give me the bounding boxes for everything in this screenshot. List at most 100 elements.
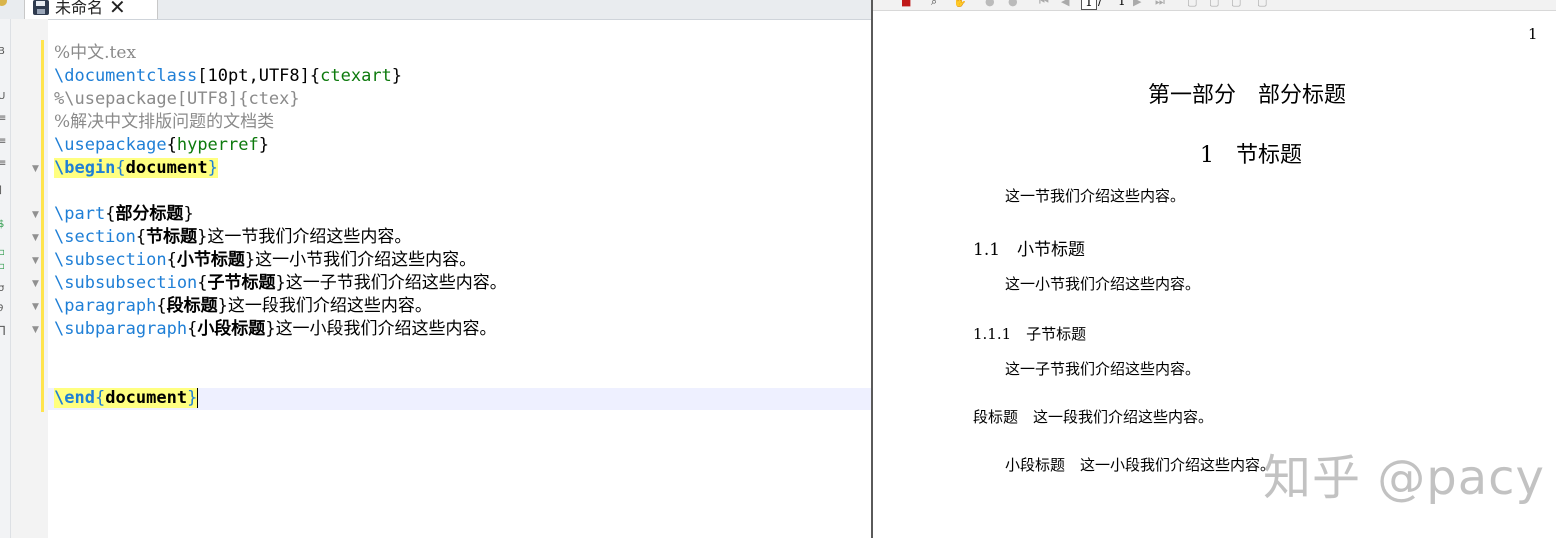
zoom-icon[interactable]: ⌕ <box>931 0 943 8</box>
prev-page-icon[interactable]: ◀ <box>1061 0 1073 8</box>
matrix-icon[interactable]: ▫ <box>0 247 8 259</box>
argument-text: document <box>125 158 208 178</box>
command-text: \subsubsection <box>54 273 198 293</box>
brace-open: { <box>156 296 167 316</box>
subsubsection-body: 这一子节我们介绍这些内容。 <box>1005 360 1201 378</box>
comment-text: %解决中文排版问题的文档类 <box>54 112 275 132</box>
brace-close: } <box>391 66 403 86</box>
code-line[interactable]: \section{节标题}这一节我们介绍这些内容。 <box>54 226 411 249</box>
zoom-in-icon[interactable]: ● <box>985 0 997 8</box>
command-text: \subparagraph <box>54 319 188 339</box>
fit-page-icon[interactable]: ▢ <box>1187 0 1199 8</box>
subparagraph-line: 小段标题 这一小段我们介绍这些内容。 <box>1005 454 1275 475</box>
page-number: 1 <box>1528 25 1538 43</box>
underline-icon[interactable]: U <box>0 91 8 103</box>
brace-open: { <box>309 66 321 86</box>
bold-icon[interactable]: B <box>0 46 8 58</box>
dollar-icon[interactable]: $ <box>0 219 8 231</box>
brace-open: { <box>135 227 147 247</box>
body-text: 这一小节我们介绍这些内容。 <box>255 250 477 270</box>
brace-close: } <box>183 204 194 224</box>
brace-close: } <box>265 319 276 339</box>
fold-arrow-icon[interactable]: ▼ <box>32 233 39 243</box>
last-page-icon[interactable]: ⏭ <box>1155 0 1167 8</box>
symbol2-icon[interactable]: ∂ <box>0 303 8 315</box>
text-caret <box>197 388 199 408</box>
editor-pane: 未命名 ✕ B I U ≡ ≡ ≡ ] $ ▫ ▫ σ ∂ ∏ ▼ ▼ ▼ ▼ … <box>0 0 871 538</box>
brace-close: } <box>217 296 228 316</box>
comment-text: %\usepackage[UTF8]{ctex} <box>54 89 300 109</box>
left-toolbar: B I U ≡ ≡ ≡ ] $ ▫ ▫ σ ∂ ∏ <box>0 19 11 538</box>
tab-strip: 未命名 ✕ <box>0 0 871 20</box>
part-title: 第一部分 部分标题 <box>1148 83 1347 108</box>
argument-text: 部分标题 <box>115 204 184 224</box>
brace-close: } <box>207 158 218 178</box>
command-text: \begin <box>54 158 116 178</box>
command-text: \end <box>54 388 95 408</box>
pdf-icon[interactable]: ■ <box>901 0 913 8</box>
code-line[interactable]: \usepackage{hyperref} <box>54 134 269 157</box>
code-line[interactable]: %解决中文排版问题的文档类 <box>54 111 274 134</box>
app-icon <box>0 0 7 6</box>
brace-open: { <box>187 319 198 339</box>
hand-icon[interactable]: ✋ <box>953 0 967 8</box>
page-separator: / <box>1098 0 1103 8</box>
brace-open: { <box>105 204 116 224</box>
command-text: \usepackage <box>54 135 167 155</box>
save-icon[interactable] <box>33 0 49 15</box>
code-line[interactable]: %中文.tex <box>54 42 136 65</box>
code-line[interactable]: \subsubsection{子节标题}这一子节我们介绍这些内容。 <box>54 272 507 295</box>
paragraph-body: 这一段我们介绍这些内容。 <box>1033 408 1214 426</box>
close-icon[interactable]: ✕ <box>109 0 126 17</box>
symbol-icon[interactable]: σ <box>0 283 8 295</box>
code-line[interactable]: \part{部分标题} <box>54 203 194 226</box>
subparagraph-title: 小段标题 <box>1005 456 1066 474</box>
body-text: 这一子节我们介绍这些内容。 <box>285 273 507 293</box>
fold-arrow-icon[interactable]: ▼ <box>32 302 39 312</box>
page-number-input[interactable]: 1 <box>1081 0 1097 10</box>
brace-close: } <box>197 227 208 247</box>
pdf-preview-pane: ■ ⌕ ✋ ● ● ⏮ ◀ 1 / 1 ▶ ⏭ ▢ ▢ ▢ ▢ 1 第一部分 部… <box>873 0 1556 538</box>
code-line[interactable]: \subparagraph{小段标题}这一小段我们介绍这些内容。 <box>54 318 497 341</box>
code-line-current[interactable]: \end{document} <box>54 387 199 410</box>
zoom-out-icon[interactable]: ● <box>1008 0 1020 8</box>
command-text: \section <box>54 227 136 247</box>
brace-open: { <box>115 158 126 178</box>
body-text: 这一节我们介绍这些内容。 <box>207 227 412 247</box>
matrix2-icon[interactable]: ▫ <box>0 261 8 273</box>
brace-open: { <box>166 135 177 155</box>
fold-arrow-icon[interactable]: ▼ <box>32 210 39 220</box>
code-line[interactable]: \subsection{小节标题}这一小节我们介绍这些内容。 <box>54 249 476 272</box>
command-text: \subsection <box>54 250 167 270</box>
italic-icon[interactable]: I <box>0 68 8 80</box>
page-total: 1 <box>1118 0 1126 8</box>
brace-open: { <box>166 250 177 270</box>
rotate-icon[interactable]: ▢ <box>1231 0 1243 8</box>
align-center-icon[interactable]: ≡ <box>0 136 8 148</box>
code-line[interactable]: \begin{document} <box>54 157 218 180</box>
subparagraph-body: 这一小段我们介绍这些内容。 <box>1080 456 1276 474</box>
fold-arrow-icon[interactable]: ▼ <box>32 256 39 266</box>
argument-text: 段标题 <box>166 296 218 316</box>
brace-open: { <box>197 273 208 293</box>
fit-width-icon[interactable]: ▢ <box>1209 0 1221 8</box>
code-line[interactable]: \paragraph{段标题}这一段我们介绍这些内容。 <box>54 295 432 318</box>
bracket-icon[interactable]: ] <box>0 185 8 197</box>
export-icon[interactable]: ▢ <box>1257 0 1269 8</box>
code-line[interactable]: %\usepackage[UTF8]{ctex} <box>54 88 300 111</box>
symbol3-icon[interactable]: ∏ <box>0 325 8 337</box>
tab-untitled[interactable]: 未命名 ✕ <box>24 0 158 19</box>
next-page-icon[interactable]: ▶ <box>1133 0 1145 8</box>
align-right-icon[interactable]: ≡ <box>0 158 8 170</box>
fold-arrow-icon[interactable]: ▼ <box>32 325 39 335</box>
first-page-icon[interactable]: ⏮ <box>1039 0 1051 8</box>
preview-toolbar: ■ ⌕ ✋ ● ● ⏮ ◀ 1 / 1 ▶ ⏭ ▢ ▢ ▢ ▢ <box>873 0 1556 11</box>
code-line[interactable]: \documentclass[10pt,UTF8]{ctexart} <box>54 65 402 88</box>
align-left-icon[interactable]: ≡ <box>0 113 8 125</box>
subsection-title: 1.1 小节标题 <box>973 240 1086 260</box>
brace-close: } <box>275 273 286 293</box>
fold-arrow-icon[interactable]: ▼ <box>32 164 39 174</box>
fold-arrow-icon[interactable]: ▼ <box>32 279 39 289</box>
watermark-text: 知乎 @pacy <box>1263 450 1545 506</box>
body-text: 这一小段我们介绍这些内容。 <box>275 319 497 339</box>
